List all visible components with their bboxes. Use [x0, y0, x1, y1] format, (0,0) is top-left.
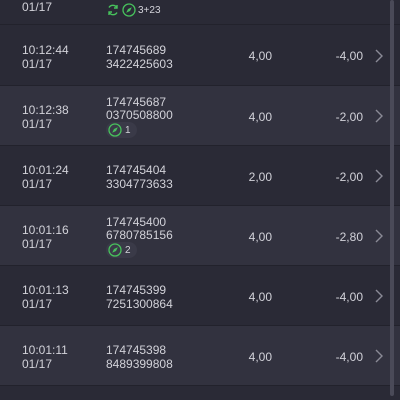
chevron-right-icon: [375, 349, 383, 363]
row-date: 01/17: [22, 177, 53, 191]
row-profit: -2,00: [335, 110, 363, 124]
list-item[interactable]: 01/17 3+23: [0, 0, 400, 22]
row-id-primary: 174745687: [106, 95, 167, 109]
row-amount: 2,00: [248, 170, 272, 184]
row-date: 01/17: [22, 237, 53, 251]
row-time: 10:12:44: [22, 43, 69, 57]
row-profit: -4,00: [335, 290, 363, 304]
badge-count: 2: [125, 244, 131, 256]
row-date: 01/17: [22, 117, 53, 131]
list-item[interactable]: 10:01:24 01/17 174745404 3304773633 2,00…: [0, 146, 400, 205]
bonus-badge: 1: [106, 122, 137, 138]
row-date: 01/17: [22, 57, 53, 71]
chevron-right-icon: [375, 229, 383, 243]
list-item[interactable]: 10:01:16 01/17 174745400 6780785156 2 4,…: [0, 206, 400, 265]
row-time: 10:12:38: [22, 103, 69, 117]
row-date: 01/17: [22, 297, 53, 311]
row-id-primary: 174745400: [106, 215, 167, 229]
row-id-secondary: 6780785156: [106, 228, 173, 242]
row-profit: -4,00: [335, 350, 363, 364]
bonus-badge: 2: [106, 242, 137, 258]
list-item[interactable]: 10:12:44 01/17 174745689 3422425603 4,00…: [0, 25, 400, 84]
scrollbar[interactable]: [390, 0, 394, 396]
compass-icon: [108, 243, 122, 257]
compass-icon: [108, 123, 122, 137]
row-id-primary: 174745399: [106, 283, 167, 297]
row-time: 10:01:24: [22, 163, 69, 177]
list-item[interactable]: 10:12:38 01/17 174745687 0370508800 1 4,…: [0, 86, 400, 145]
chevron-right-icon: [375, 49, 383, 63]
row-time: 10:01:13: [22, 283, 69, 297]
row-amount: 4,00: [248, 350, 272, 364]
row-id-primary: 174745689: [106, 43, 167, 57]
transaction-list: 01/17 3+23 10:12:44 01/17 174745689 3422…: [0, 0, 400, 400]
row-id-primary: 174745404: [106, 163, 167, 177]
row-time: 10:01:16: [22, 223, 69, 237]
row-amount: 4,00: [248, 49, 272, 63]
row-divider: [0, 385, 400, 386]
row-profit: -4,00: [335, 49, 363, 63]
list-item[interactable]: 10:01:13 01/17 174745399 7251300864 4,00…: [0, 266, 400, 325]
chevron-right-icon: [375, 169, 383, 183]
row-profit: -2,00: [335, 170, 363, 184]
chevron-right-icon: [375, 289, 383, 303]
row-profit: -2,80: [335, 230, 363, 244]
badge-count: 3+23: [138, 4, 161, 16]
row-amount: 4,00: [248, 230, 272, 244]
row-time: 10:01:11: [22, 343, 68, 357]
row-id-secondary: 3304773633: [106, 177, 173, 191]
row-id-primary: 174745398: [106, 343, 167, 357]
row-id-secondary: 7251300864: [106, 297, 173, 311]
row-date: 01/17: [22, 0, 53, 14]
row-date: 01/17: [22, 357, 53, 371]
list-item[interactable]: 10:01:11 01/17 174745398 8489399808 4,00…: [0, 326, 400, 385]
refresh-icon: [108, 4, 118, 16]
row-id-secondary: 0370508800: [106, 108, 173, 122]
compass-icon: [122, 3, 136, 17]
bonus-badge: 3+23: [106, 2, 161, 18]
chevron-right-icon: [375, 109, 383, 123]
row-id-secondary: 8489399808: [106, 357, 173, 371]
row-id-secondary: 3422425603: [106, 57, 173, 71]
row-amount: 4,00: [248, 110, 272, 124]
badge-count: 1: [125, 124, 131, 136]
row-amount: 4,00: [248, 290, 272, 304]
